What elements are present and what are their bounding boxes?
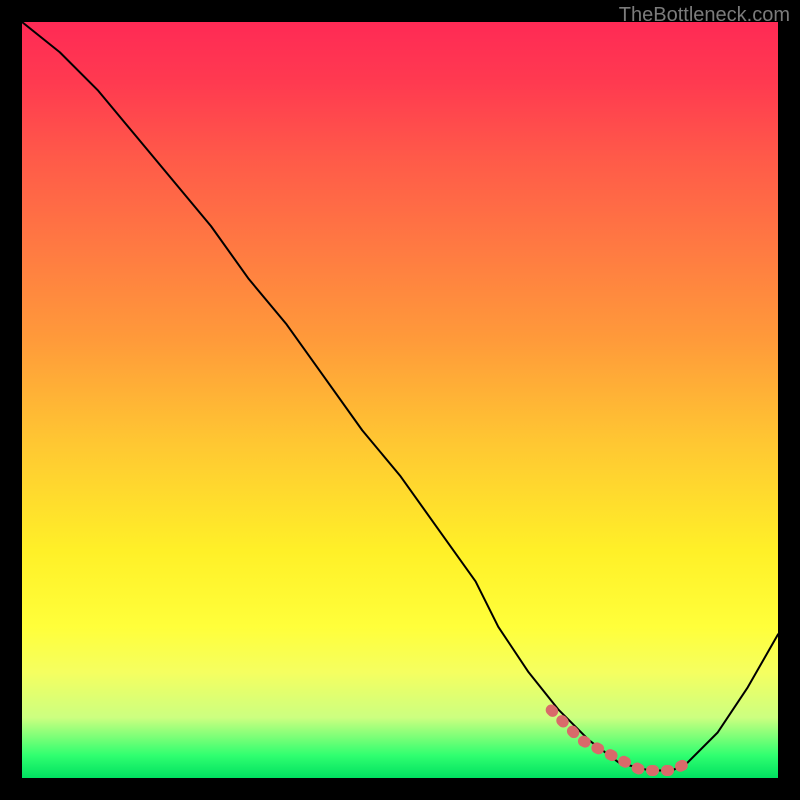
optimal-highlight — [551, 710, 687, 770]
chart-svg — [22, 22, 778, 778]
plot-area — [22, 22, 778, 778]
bottleneck-curve — [22, 22, 778, 770]
chart-stage: TheBottleneck.com — [0, 0, 800, 800]
